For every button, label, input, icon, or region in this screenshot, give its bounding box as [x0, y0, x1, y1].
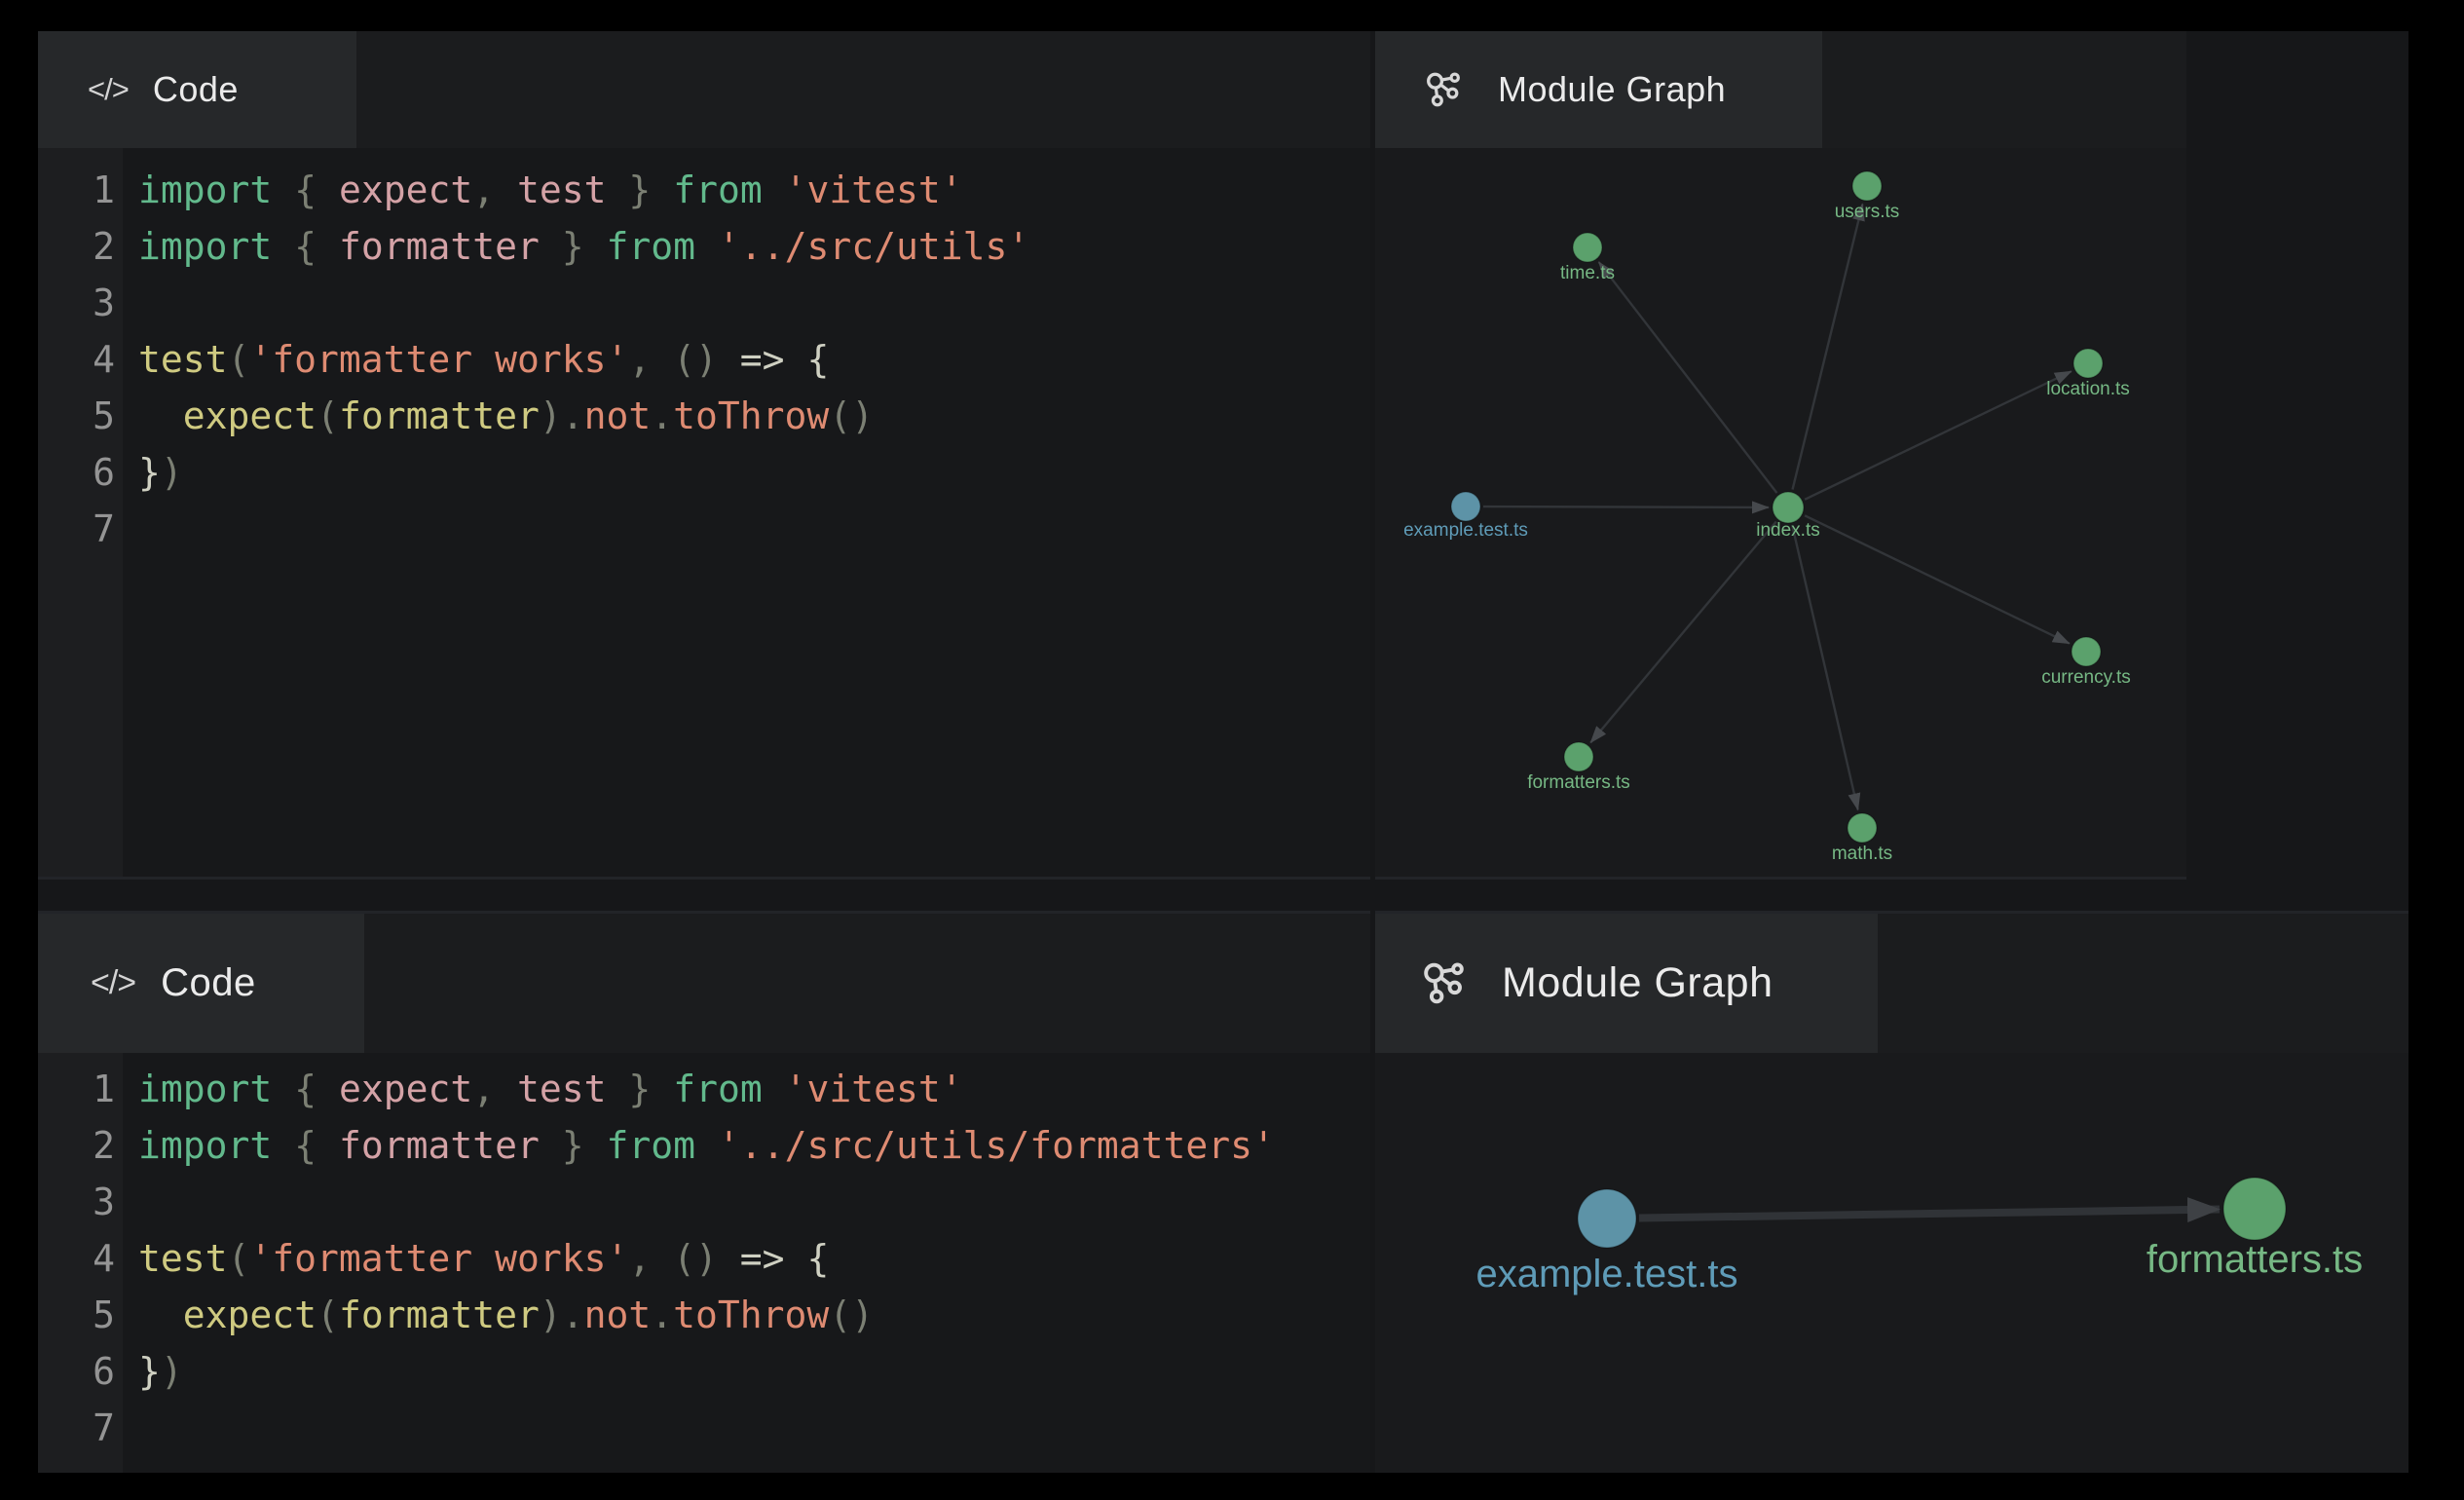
graph-node-formatters.ts[interactable] [2223, 1178, 2286, 1240]
code-line-content: expect(formatter).not.toThrow() [115, 1287, 874, 1343]
app-window: </> Code 1import { expect, test } from '… [38, 31, 2408, 1473]
graph-node-index.ts[interactable] [1773, 492, 1804, 523]
code-line: 5 expect(formatter).not.toThrow() [38, 1287, 1370, 1343]
graph-edge [1599, 262, 1777, 493]
graph-node-users.ts[interactable] [1852, 171, 1882, 201]
graph-node-label: location.ts [2046, 379, 2130, 399]
graph-node-label: users.ts [1835, 202, 1900, 222]
graph-node-example.test.ts[interactable] [1451, 492, 1480, 521]
tab-module-graph[interactable]: Module Graph [1375, 914, 1878, 1053]
graph-node-formatters.ts[interactable] [1564, 742, 1593, 771]
code-line: 6}) [38, 1343, 1370, 1400]
graph-node-label: math.ts [1832, 844, 1892, 864]
graph-node-label: formatters.ts [1527, 772, 1630, 793]
graph-edge [1483, 506, 1769, 507]
code-line: 3 [38, 275, 1370, 331]
code-line: 7 [38, 1400, 1370, 1456]
code-line: 7 [38, 501, 1370, 557]
tab-label: Module Graph [1498, 69, 1726, 110]
line-number: 1 [38, 1061, 115, 1117]
tabbar-graph-bottom: Module Graph [1375, 914, 2408, 1053]
panel-module-graph-bottom: Module Graph example.test.ts formatters.t… [1375, 911, 2408, 1473]
code-line-content: test('formatter works', () => { [115, 1230, 829, 1287]
line-number: 3 [38, 275, 115, 331]
graph-node-label: formatters.ts [2147, 1238, 2363, 1281]
code-line-content: }) [115, 444, 183, 501]
module-graph-canvas: users.ts time.ts location.ts example.test.t… [1375, 148, 2186, 880]
graph-edge [1590, 522, 1776, 743]
tabbar-code-bottom: </> Code [38, 914, 1370, 1053]
code-line-content: import { expect, test } from 'vitest' [115, 1061, 963, 1117]
line-number: 5 [38, 388, 115, 444]
line-number: 4 [38, 1230, 115, 1287]
code-line-content: import { formatter } from '../src/utils' [115, 218, 1029, 275]
line-number: 5 [38, 1287, 115, 1343]
line-number: 3 [38, 1174, 115, 1230]
tab-module-graph[interactable]: Module Graph [1375, 31, 1822, 148]
tab-label: Code [161, 961, 256, 1005]
code-line-content: import { expect, test } from 'vitest' [115, 162, 963, 218]
line-number: 6 [38, 444, 115, 501]
code-line: 2import { formatter } from '../src/utils… [38, 1117, 1370, 1174]
line-number: 6 [38, 1343, 115, 1400]
code-line: 4test('formatter works', () => { [38, 1230, 1370, 1287]
code-line-content [115, 275, 138, 331]
graph-node-math.ts[interactable] [1848, 813, 1877, 843]
code-line: 6}) [38, 444, 1370, 501]
code-line-content [115, 1174, 138, 1230]
code-icon: </> [91, 964, 135, 1002]
graph-edge [1639, 1210, 2220, 1219]
graph-edge [1805, 371, 2072, 500]
code-line-content: import { formatter } from '../src/utils/… [115, 1117, 1275, 1174]
code-line: 4test('formatter works', () => { [38, 331, 1370, 388]
module-graph-area[interactable]: users.ts time.ts location.ts example.test.t… [1375, 148, 2186, 877]
graph-edge [1792, 526, 1857, 810]
panel-code-top: </> Code 1import { expect, test } from '… [38, 31, 1370, 880]
line-number: 4 [38, 331, 115, 388]
graph-node-label: time.ts [1560, 263, 1615, 283]
graph-node-label: example.test.ts [1403, 520, 1528, 541]
graph-node-label: index.ts [1756, 520, 1819, 541]
code-editor[interactable]: 1import { expect, test } from 'vitest'2i… [38, 1053, 1370, 1473]
code-line: 1import { expect, test } from 'vitest' [38, 1061, 1370, 1117]
line-number: 1 [38, 162, 115, 218]
code-line-content: test('formatter works', () => { [115, 331, 829, 388]
graph-node-example.test.ts[interactable] [1578, 1189, 1636, 1248]
line-number: 7 [38, 1400, 115, 1456]
module-graph-area[interactable]: example.test.ts formatters.ts [1375, 1053, 2408, 1473]
tab-label: Code [153, 69, 239, 110]
code-line-content: }) [115, 1343, 183, 1400]
code-icon: </> [88, 72, 129, 107]
tab-code[interactable]: </> Code [38, 914, 364, 1053]
tabbar-code-top: </> Code [38, 31, 1370, 148]
tab-label: Module Graph [1502, 959, 1773, 1007]
graph-node-label: currency.ts [2041, 667, 2131, 688]
module-graph-icon [1417, 956, 1471, 1010]
module-graph-canvas: example.test.ts formatters.ts [1375, 1053, 2408, 1476]
tabbar-graph-top: Module Graph [1375, 31, 2186, 148]
line-number: 2 [38, 1117, 115, 1174]
graph-node-time.ts[interactable] [1573, 233, 1602, 262]
graph-edge [1805, 515, 2070, 643]
line-number: 7 [38, 501, 115, 557]
code-line-content [115, 1400, 138, 1456]
code-line: 2import { formatter } from '../src/utils… [38, 218, 1370, 275]
code-line: 3 [38, 1174, 1370, 1230]
tab-code[interactable]: </> Code [38, 31, 356, 148]
graph-edge [1793, 204, 1863, 489]
panel-code-bottom: </> Code 1import { expect, test } from '… [38, 911, 1370, 1473]
code-editor[interactable]: 1import { expect, test } from 'vitest'2i… [38, 148, 1370, 877]
code-line-content [115, 501, 138, 557]
line-number: 2 [38, 218, 115, 275]
module-graph-icon [1421, 67, 1466, 112]
code-line: 5 expect(formatter).not.toThrow() [38, 388, 1370, 444]
code-line-content: expect(formatter).not.toThrow() [115, 388, 874, 444]
graph-node-location.ts[interactable] [2073, 349, 2103, 378]
panel-module-graph-top: Module Graph users.ts time.ts location.ts e… [1375, 31, 2186, 880]
graph-node-label: example.test.ts [1475, 1253, 1737, 1295]
graph-node-currency.ts[interactable] [2072, 637, 2101, 666]
code-line: 1import { expect, test } from 'vitest' [38, 162, 1370, 218]
